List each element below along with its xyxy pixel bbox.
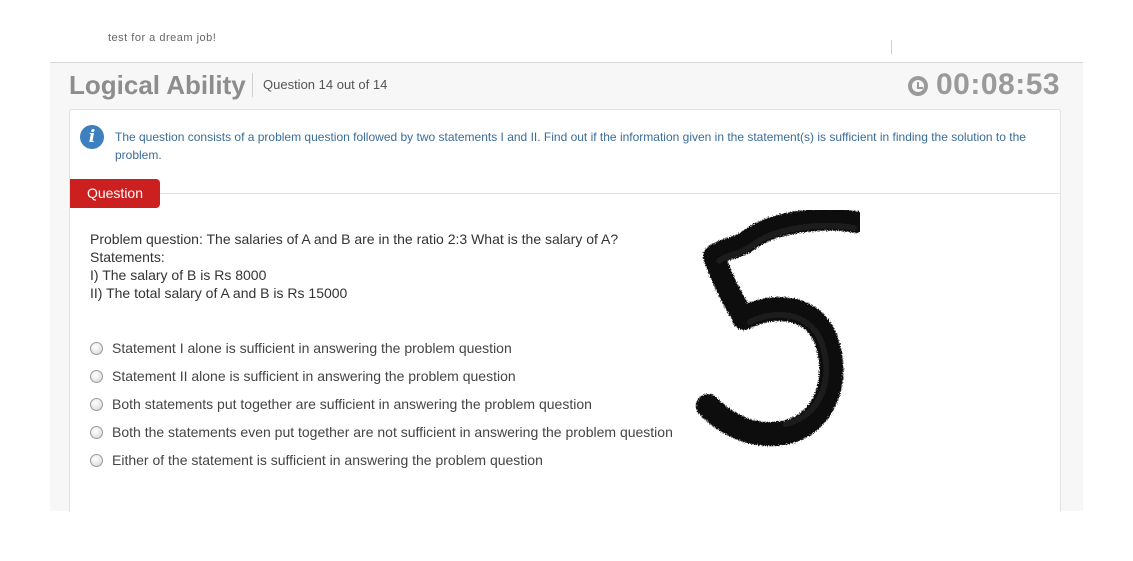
problem-question: Problem question: The salaries of A and … <box>90 231 619 247</box>
header-separator <box>252 73 253 97</box>
statement-2: II) The total salary of A and B is Rs 15… <box>90 285 348 301</box>
question-body: Problem question: The salaries of A and … <box>90 230 690 302</box>
info-icon: i <box>80 125 104 149</box>
cut-off-header-text: test for a dream job! <box>108 32 217 44</box>
radio-button[interactable] <box>90 454 103 467</box>
option-label: Both the statements even put together ar… <box>112 424 673 440</box>
option-label: Both statements put together are suffici… <box>112 396 592 412</box>
tab-question[interactable]: Question <box>70 179 160 208</box>
section-title: Logical Ability <box>69 70 246 100</box>
statements-heading: Statements: <box>90 249 165 265</box>
statement-1: I) The salary of B is Rs 8000 <box>90 267 267 283</box>
option-label: Statement I alone is sufficient in answe… <box>112 340 512 356</box>
test-panel: Logical Ability Question 14 out of 14 00… <box>50 63 1083 512</box>
timer: 00:08:53 <box>936 68 1061 101</box>
option-label: Statement II alone is sufficient in answ… <box>112 368 516 384</box>
radio-button[interactable] <box>90 342 103 355</box>
instructions-text: The question consists of a problem quest… <box>115 130 1026 162</box>
radio-button[interactable] <box>90 398 103 411</box>
tab-divider <box>70 193 1060 194</box>
option-label: Either of the statement is sufficient in… <box>112 452 543 468</box>
test-header: Logical Ability Question 14 out of 14 00… <box>50 63 1083 109</box>
handwritten-digit-overlay <box>696 210 860 447</box>
top-divider <box>891 40 892 54</box>
question-counter: Question 14 out of 14 <box>263 77 388 92</box>
question-card: i The question consists of a problem que… <box>69 109 1061 512</box>
radio-button[interactable] <box>90 370 103 383</box>
radio-button[interactable] <box>90 426 103 439</box>
top-strip: test for a dream job! <box>50 32 1083 63</box>
clock-icon <box>908 76 928 96</box>
